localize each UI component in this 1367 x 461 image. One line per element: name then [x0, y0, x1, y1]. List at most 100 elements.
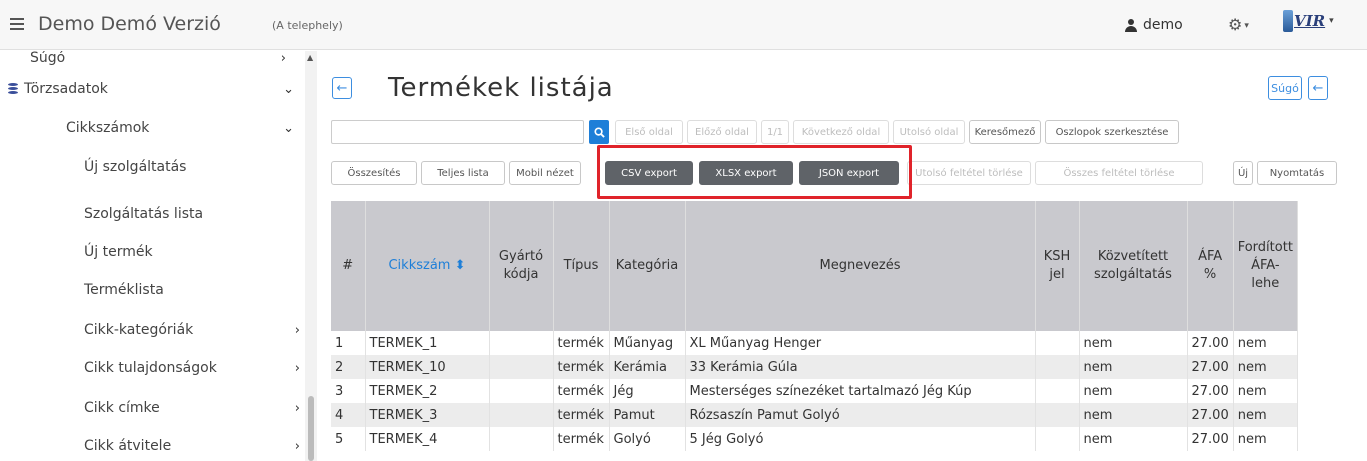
chevron-down-icon: ⌄	[283, 120, 294, 136]
sidebar-item-categories[interactable]: Cikk-kategóriák ›	[84, 311, 304, 349]
search-field-button[interactable]: Keresőmező	[969, 120, 1041, 144]
sidebar-item-label: Törzsadatok	[24, 81, 108, 97]
search-button[interactable]	[589, 120, 609, 144]
cell-ksh	[1035, 403, 1080, 427]
back-button-right[interactable]: ←	[1308, 76, 1328, 100]
vir-logo: VIR	[1283, 10, 1325, 32]
col-header-reverse-vat[interactable]: Fordított ÁFA-lehe	[1233, 201, 1298, 331]
cell-category: Műanyag	[609, 331, 686, 355]
col-header-ksh[interactable]: KSH jel	[1035, 201, 1080, 331]
cell-mediated: nem	[1079, 355, 1188, 379]
sidebar-item-service-list[interactable]: Szolgáltatás lista	[84, 195, 304, 233]
app-title: Demo Demó Verzió	[38, 13, 221, 35]
cell-num: 1	[331, 331, 366, 355]
top-bar: Demo Demó Verzió (A telephely) demo ⚙ ▾ V…	[0, 0, 1367, 50]
logo-menu[interactable]: VIR ▾	[1283, 10, 1334, 32]
settings-menu[interactable]: ⚙ ▾	[1228, 15, 1249, 34]
table-row[interactable]: 4 TERMEK_3 termék Pamut Rózsaszín Pamut Goly…	[331, 403, 1298, 427]
col-header-code[interactable]: Cikkszám ⬍	[365, 201, 490, 331]
cell-vat: 27.00	[1187, 355, 1234, 379]
mobile-view-button[interactable]: Mobil nézet	[509, 161, 581, 185]
table-row[interactable]: 3 TERMEK_2 termék Jég Mesterséges színezéket…	[331, 379, 1298, 403]
cell-mediated: nem	[1079, 379, 1188, 403]
cell-type: termék	[553, 403, 610, 427]
cell-maker	[489, 379, 554, 403]
sidebar-item-label: Új szolgáltatás	[84, 159, 187, 175]
chevron-right-icon: ›	[294, 438, 300, 454]
scroll-up-icon[interactable]: ▲	[307, 53, 313, 62]
clear-last-filter-button[interactable]: Utolsó feltétel törlése	[907, 161, 1031, 185]
edit-columns-button[interactable]: Oszlopok szerkesztése	[1045, 120, 1179, 144]
page-indicator: 1/1	[761, 120, 789, 144]
caret-down-icon: ▾	[1244, 20, 1249, 31]
next-page-button[interactable]: Következő oldal	[793, 120, 889, 144]
full-list-button[interactable]: Teljes lista	[421, 161, 505, 185]
gear-icon: ⚙	[1228, 15, 1243, 34]
sidebar-item-master-data[interactable]: Törzsadatok ⌄	[8, 70, 308, 108]
cell-maker	[489, 355, 554, 379]
cell-ksh	[1035, 427, 1080, 451]
sidebar-item-label: Szolgáltatás lista	[84, 206, 204, 222]
back-button[interactable]: ←	[332, 77, 352, 99]
summary-button[interactable]: Összesítés	[331, 161, 417, 185]
cell-mediated: nem	[1079, 403, 1188, 427]
sidebar-item-tags[interactable]: Cikk címke ›	[84, 389, 304, 427]
sidebar-item-properties[interactable]: Cikk tulajdonságok ›	[84, 349, 304, 387]
cell-type: termék	[553, 379, 610, 403]
back-arrow-icon: ←	[336, 80, 348, 96]
col-header-vat[interactable]: ÁFA %	[1187, 201, 1234, 331]
col-header-mediated[interactable]: Közvetített szolgáltatás	[1079, 201, 1188, 331]
user-menu[interactable]: demo	[1124, 17, 1183, 33]
cell-ksh	[1035, 379, 1080, 403]
cell-mediated: nem	[1079, 427, 1188, 451]
col-header-name[interactable]: Megnevezés	[685, 201, 1036, 331]
sidebar-item-item-codes[interactable]: Cikkszámok ⌄	[66, 109, 308, 147]
user-name: demo	[1143, 17, 1183, 33]
sidebar-item-product-list[interactable]: Terméklista	[84, 271, 304, 309]
app-subtitle: (A telephely)	[272, 19, 343, 32]
col-header-category[interactable]: Kategória	[609, 201, 686, 331]
clear-all-filters-button[interactable]: Összes feltétel törlése	[1035, 161, 1203, 185]
prev-page-button[interactable]: Előző oldal	[687, 120, 757, 144]
back-arrow-icon: ←	[1312, 80, 1324, 96]
cell-vat: 27.00	[1187, 379, 1234, 403]
cell-name: Mesterséges színezéket tartalmazó Jég Kú…	[685, 379, 1036, 403]
new-button[interactable]: Új	[1233, 161, 1253, 185]
first-page-button[interactable]: Első oldal	[615, 120, 683, 144]
chevron-right-icon: ›	[294, 360, 300, 376]
table-row[interactable]: 1 TERMEK_1 termék Műanyag XL Műanyag Henger n…	[331, 331, 1298, 355]
cell-reverse: nem	[1233, 379, 1298, 403]
col-header-num: #	[331, 201, 366, 331]
json-export-button[interactable]: JSON export	[799, 161, 899, 185]
csv-export-button[interactable]: CSV export	[605, 161, 693, 185]
sidebar-item-label: Cikk címke	[84, 400, 160, 416]
sidebar-item-label: Cikk-kategóriák	[84, 322, 194, 338]
chevron-right-icon: ›	[294, 322, 300, 338]
search-input[interactable]	[331, 120, 584, 144]
col-header-maker[interactable]: Gyártó kódja	[489, 201, 554, 331]
sidebar-item-transfer[interactable]: Cikk átvitele ›	[84, 427, 304, 461]
col-header-type[interactable]: Típus	[553, 201, 610, 331]
table-row[interactable]: 2 TERMEK_10 termék Kerámia 33 Kerámia Gúla ne…	[331, 355, 1298, 379]
cell-reverse: nem	[1233, 403, 1298, 427]
cell-name: XL Műanyag Henger	[685, 331, 1036, 355]
sidebar-item-new-service[interactable]: Új szolgáltatás	[84, 148, 304, 186]
table-row[interactable]: 5 TERMEK_4 termék Golyó 5 Jég Golyó nem 27.00 n…	[331, 427, 1298, 451]
sidebar-item-label: Súgó	[30, 51, 66, 66]
scrollbar-thumb[interactable]	[308, 396, 314, 461]
sort-icon: ⬍	[454, 258, 466, 273]
cell-reverse: nem	[1233, 355, 1298, 379]
cell-ksh	[1035, 355, 1080, 379]
chevron-down-icon: ⌄	[283, 81, 294, 97]
cell-num: 2	[331, 355, 366, 379]
cell-category: Jég	[609, 379, 686, 403]
print-button[interactable]: Nyomtatás	[1257, 161, 1337, 185]
last-page-button[interactable]: Utolsó oldal	[893, 120, 965, 144]
hamburger-icon[interactable]	[10, 18, 24, 30]
cell-code: TERMEK_4	[365, 427, 490, 451]
help-button[interactable]: Súgó	[1268, 76, 1302, 100]
sidebar-scrollbar[interactable]: ▲	[305, 51, 317, 461]
sidebar-item-new-product[interactable]: Új termék	[84, 233, 304, 271]
xlsx-export-button[interactable]: XLSX export	[699, 161, 793, 185]
sidebar-item-label: Terméklista	[84, 282, 164, 298]
